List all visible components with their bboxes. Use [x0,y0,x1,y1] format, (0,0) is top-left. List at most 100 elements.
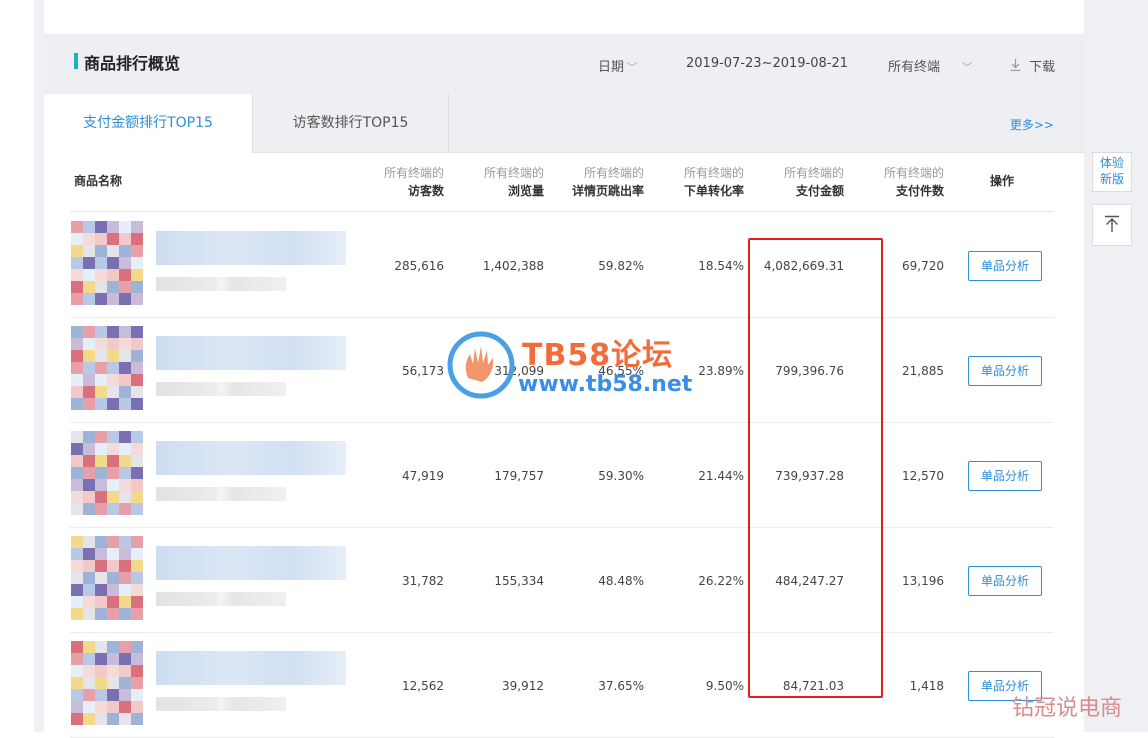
thumbnail-pixel [71,503,83,515]
thumbnail-pixel [83,398,95,410]
left-gutter [0,0,34,732]
thumbnail-pixel [119,689,131,701]
thumbnail-pixel [71,455,83,467]
cell-pageviews: 179,757 [494,469,544,483]
item-analysis-button[interactable]: 单品分析 [968,461,1042,491]
product-thumbnail[interactable] [71,221,143,305]
thumbnail-pixel [71,257,83,269]
chevron-down-icon: ﹀ [962,63,973,74]
header-accent-bar [74,53,78,69]
thumbnail-pixel [95,701,107,713]
thumbnail-pixel [131,221,143,233]
thumbnail-pixel [83,491,95,503]
cell-visitors: 12,562 [402,679,444,693]
thumbnail-pixel [119,245,131,257]
product-thumbnail[interactable] [71,431,143,515]
thumbnail-pixel [83,362,95,374]
thumbnail-pixel [95,548,107,560]
thumbnail-pixel [95,293,107,305]
thumbnail-pixel [95,257,107,269]
thumbnail-pixel [131,689,143,701]
thumbnail-pixel [83,233,95,245]
thumbnail-pixel [131,641,143,653]
thumbnail-pixel [131,233,143,245]
product-thumbnail[interactable] [71,641,143,725]
thumbnail-pixel [83,374,95,386]
download-button[interactable]: 下载 [1010,56,1055,75]
thumbnail-pixel [107,362,119,374]
thumbnail-pixel [119,677,131,689]
item-analysis-button[interactable]: 单品分析 [968,251,1042,281]
thumbnail-pixel [131,596,143,608]
cell-bounce: 37.65% [598,679,644,693]
thumbnail-pixel [107,455,119,467]
thumbnail-pixel [83,653,95,665]
product-title-blurred[interactable] [156,546,346,580]
thumbnail-pixel [95,689,107,701]
cell-bounce: 59.30% [598,469,644,483]
thumbnail-pixel [95,641,107,653]
thumbnail-pixel [95,584,107,596]
column-header-sub: 所有终端的 [683,166,744,180]
product-meta-blurred [156,592,286,606]
thumbnail-pixel [119,560,131,572]
column-header-main: 访客数 [407,184,444,198]
thumbnail-pixel [131,443,143,455]
thumbnail-pixel [83,386,95,398]
thumbnail-pixel [71,350,83,362]
thumbnail-pixel [83,269,95,281]
product-title-blurred[interactable] [156,441,346,475]
thumbnail-pixel [119,608,131,620]
date-range[interactable]: 2019-07-23~2019-08-21 [686,56,848,71]
item-analysis-button[interactable]: 单品分析 [968,356,1042,386]
thumbnail-pixel [107,269,119,281]
header-divider [70,211,1054,212]
thumbnail-pixel [119,467,131,479]
thumbnail-pixel [119,221,131,233]
thumbnail-pixel [95,350,107,362]
thumbnail-pixel [119,572,131,584]
thumbnail-pixel [83,338,95,350]
back-to-top-button[interactable] [1092,204,1132,246]
tab-payment-top15[interactable]: 支付金额排行TOP15 [44,94,252,153]
thumbnail-pixel [83,431,95,443]
thumbnail-pixel [71,665,83,677]
thumbnail-pixel [119,362,131,374]
column-header-sub: 所有终端的 [583,166,644,180]
tab-visitors-top15[interactable]: 访客数排行TOP15 [252,94,449,152]
thumbnail-pixel [95,281,107,293]
product-title-blurred[interactable] [156,231,346,265]
thumbnail-pixel [95,572,107,584]
product-thumbnail[interactable] [71,536,143,620]
thumbnail-pixel [131,245,143,257]
thumbnail-pixel [107,221,119,233]
thumbnail-pixel [71,467,83,479]
thumbnail-pixel [95,467,107,479]
thumbnail-pixel [95,560,107,572]
thumbnail-pixel [107,653,119,665]
thumbnail-pixel [71,386,83,398]
thumbnail-pixel [83,293,95,305]
try-new-version-button[interactable]: 体验 新版 [1092,152,1132,192]
product-title-blurred[interactable] [156,336,346,370]
thumbnail-pixel [107,608,119,620]
cell-conversion: 21.44% [698,469,744,483]
thumbnail-pixel [83,350,95,362]
thumbnail-pixel [83,608,95,620]
item-analysis-button[interactable]: 单品分析 [968,566,1042,596]
thumbnail-pixel [71,398,83,410]
thumbnail-pixel [119,398,131,410]
product-thumbnail[interactable] [71,326,143,410]
cell-bounce: 59.82% [598,259,644,273]
cell-conversion: 9.50% [705,679,744,693]
thumbnail-pixel [131,431,143,443]
product-title-blurred[interactable] [156,651,346,685]
cell-pageviews: 312,099 [494,364,544,378]
date-selector[interactable]: 日期 ﹀ [598,56,637,75]
terminal-selector[interactable]: 所有终端 ﹀ [888,56,972,75]
thumbnail-pixel [131,479,143,491]
thumbnail-pixel [71,548,83,560]
column-header-action: 操作 [990,174,1015,188]
more-link[interactable]: 更多>> [1010,94,1054,156]
thumbnail-pixel [131,572,143,584]
